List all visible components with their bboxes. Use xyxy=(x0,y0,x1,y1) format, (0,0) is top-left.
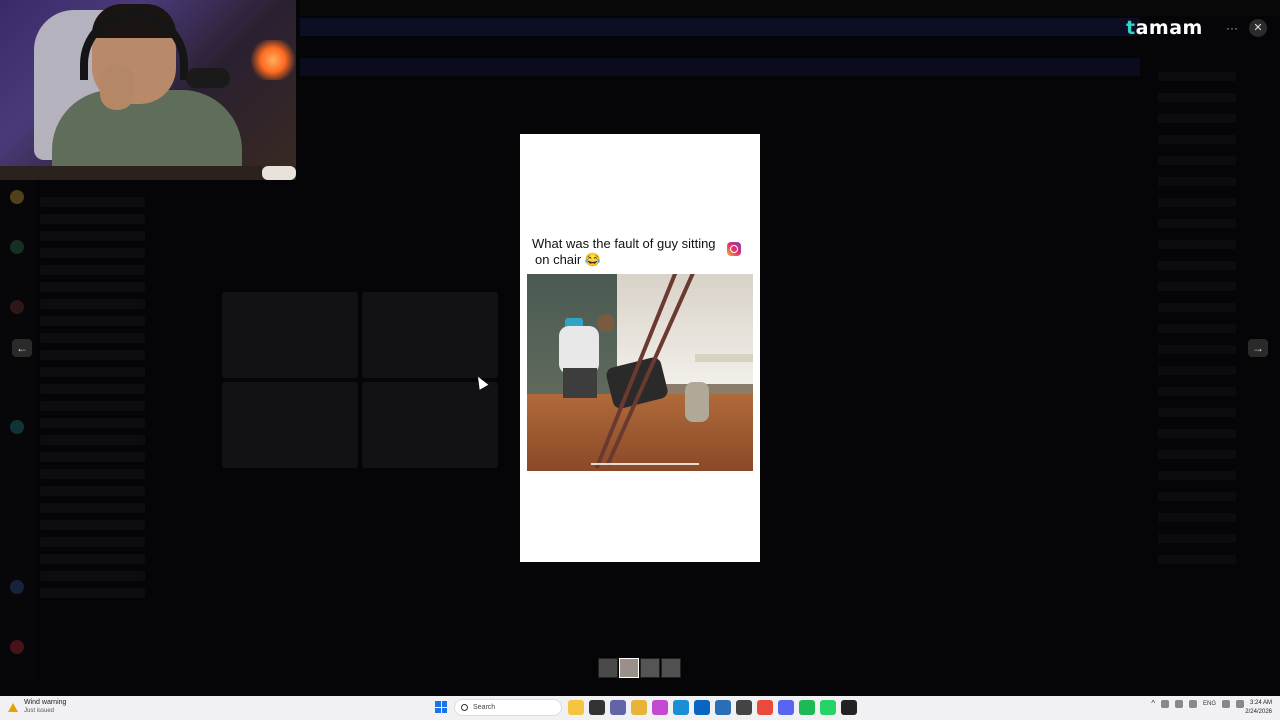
console-icon[interactable] xyxy=(841,700,857,715)
webcam-overlay xyxy=(0,0,296,180)
teams-icon[interactable] xyxy=(610,700,626,715)
bg-member-list xyxy=(1150,60,1280,680)
calculator-icon[interactable] xyxy=(715,700,731,715)
network-icon[interactable] xyxy=(1222,699,1230,708)
video-person xyxy=(559,326,599,374)
mouse-hand xyxy=(262,166,296,180)
video-person-head xyxy=(597,314,615,332)
microphone xyxy=(186,68,230,88)
windows-taskbar: Wind warning Just issued Search ^ ENG 3:… xyxy=(0,696,1280,720)
terminal-icon[interactable] xyxy=(589,700,605,715)
weather-widget[interactable]: Wind warning Just issued xyxy=(8,698,66,716)
lamp-glow xyxy=(250,40,296,80)
windows-start-icon[interactable] xyxy=(435,701,447,713)
media-thumbnail-strip xyxy=(598,658,681,678)
video-progress-bar[interactable] xyxy=(591,463,699,465)
folder-icon[interactable] xyxy=(631,700,647,715)
discord-icon[interactable] xyxy=(778,700,794,715)
brand-logo: tamam xyxy=(1126,16,1203,40)
brand-logo-prefix: t xyxy=(1126,17,1136,39)
volume-icon[interactable] xyxy=(1236,699,1244,708)
system-tray: ^ ENG xyxy=(1151,699,1244,708)
bg-server-icon xyxy=(10,420,24,434)
caption-line-1: What was the fault of guy sitting xyxy=(532,236,716,251)
whatsapp-icon[interactable] xyxy=(820,700,836,715)
file-explorer-icon[interactable] xyxy=(568,700,584,715)
close-viewer-button[interactable]: ✕ xyxy=(1249,19,1267,37)
clock-time: 3:24 AM xyxy=(1249,700,1272,706)
language-indicator[interactable]: ENG xyxy=(1203,701,1216,707)
bg-server-icon xyxy=(10,300,24,314)
video-table xyxy=(695,354,753,362)
media-thumbnail[interactable] xyxy=(640,658,660,678)
brand-logo-text: amam xyxy=(1135,17,1203,39)
media-thumbnail-active[interactable] xyxy=(619,658,639,678)
bg-header-bar xyxy=(300,58,1140,76)
bg-channel-list xyxy=(36,190,186,670)
bg-image-grid xyxy=(222,292,498,468)
desk xyxy=(0,166,296,180)
more-options-button[interactable]: ··· xyxy=(1224,20,1240,36)
bg-banner xyxy=(300,18,1140,36)
bg-server-icon xyxy=(10,190,24,204)
video-person-pants xyxy=(563,368,597,398)
search-placeholder: Search xyxy=(473,704,496,711)
caption-line-2: on chair 😂 xyxy=(535,252,602,267)
bg-title-bar xyxy=(300,0,1280,16)
weather-subtitle: Just issued xyxy=(24,708,55,714)
tray-app-icon[interactable] xyxy=(1160,699,1169,708)
media-thumbnail[interactable] xyxy=(661,658,681,678)
tray-expand-icon[interactable]: ^ xyxy=(1151,699,1155,708)
instagram-icon xyxy=(727,242,741,256)
post-caption: What was the fault of guy sitting on cha… xyxy=(532,236,732,268)
taskbar-apps xyxy=(568,700,857,715)
photos-icon[interactable] xyxy=(652,700,668,715)
streamer-hand xyxy=(100,64,134,110)
previous-media-button[interactable]: ← xyxy=(12,339,32,357)
screen: tamam ··· ✕ ← → What was the fault of gu… xyxy=(0,0,1280,720)
chrome-icon[interactable] xyxy=(757,700,773,715)
weather-title: Wind warning xyxy=(24,699,67,706)
bg-server-icon xyxy=(10,640,24,654)
media-viewer[interactable]: What was the fault of guy sitting on cha… xyxy=(520,134,760,562)
warning-icon xyxy=(8,702,18,712)
video-floor xyxy=(527,394,753,471)
media-thumbnail[interactable] xyxy=(598,658,618,678)
outlook-icon[interactable] xyxy=(694,700,710,715)
taskbar-clock[interactable]: 3:24 AM 2/24/2026 xyxy=(1245,699,1272,717)
bg-server-icon xyxy=(10,240,24,254)
bg-server-icon xyxy=(10,580,24,594)
tray-app-icon[interactable] xyxy=(1174,699,1183,708)
spotify-icon[interactable] xyxy=(799,700,815,715)
search-icon xyxy=(461,704,468,711)
app-icon[interactable] xyxy=(736,700,752,715)
tray-mic-icon[interactable] xyxy=(1188,699,1197,708)
bg-server-rail xyxy=(0,180,36,680)
video-dog xyxy=(685,382,709,422)
video-player[interactable] xyxy=(527,274,753,471)
clock-date: 2/24/2026 xyxy=(1245,709,1272,715)
edge-icon[interactable] xyxy=(673,700,689,715)
taskbar-search[interactable]: Search xyxy=(454,699,562,716)
next-media-button[interactable]: → xyxy=(1248,339,1268,357)
